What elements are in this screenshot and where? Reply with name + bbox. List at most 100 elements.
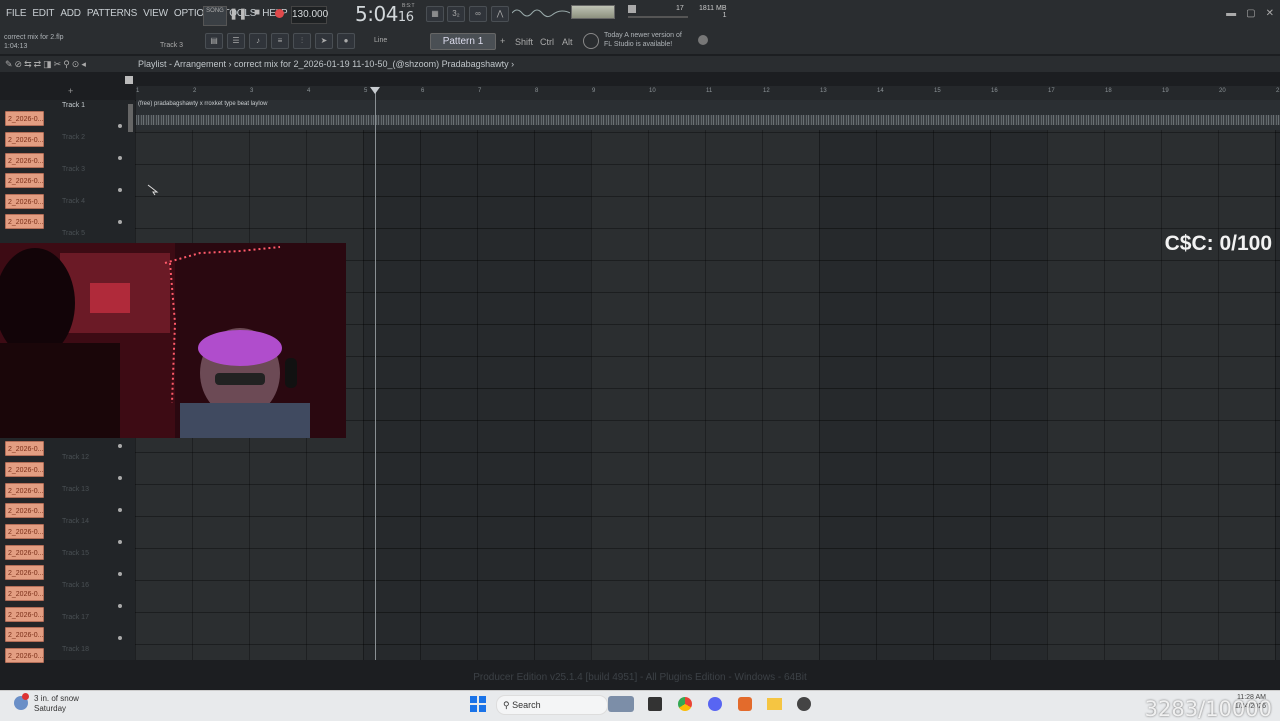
metronome-icon[interactable]: ⋀ [491, 6, 509, 22]
discord-icon[interactable] [708, 697, 722, 711]
track-scrollbar[interactable] [128, 104, 133, 132]
add-pattern-icon[interactable]: + [500, 36, 505, 46]
track-mute-icon[interactable] [118, 220, 122, 224]
windows-start-icon[interactable] [470, 696, 486, 712]
tempo-display[interactable]: 130.000 [291, 6, 328, 24]
pattern-chip[interactable]: 2_2026-0... [5, 132, 44, 147]
pattern-chip[interactable]: 2_2026-0... [5, 194, 44, 209]
overview-grid-icon[interactable] [125, 76, 133, 84]
cpu-readout: 17 [676, 5, 684, 12]
maximize-icon[interactable]: ▢ [1246, 8, 1255, 19]
pattern-tool-icon[interactable]: ▦ [426, 6, 444, 22]
pattern-chip[interactable]: 2_2026-0... [5, 648, 44, 663]
track-name[interactable]: Track 18 [62, 646, 89, 653]
obs-icon[interactable] [797, 697, 811, 711]
task-view-icon[interactable] [648, 697, 662, 711]
pattern-chip[interactable]: 2_2026-0... [5, 524, 44, 539]
menu-patterns[interactable]: PATTERNS [87, 8, 137, 19]
master-volume-slider[interactable] [628, 16, 688, 18]
ctrl-key[interactable]: Ctrl [540, 37, 554, 47]
alt-key[interactable]: Alt [562, 37, 573, 47]
pause-icon[interactable]: ❚❚ [229, 7, 247, 21]
csc-counter: C$C: 0/100 [1164, 232, 1272, 255]
mixer-icon[interactable]: ≡ [271, 33, 289, 49]
track-name[interactable]: Track 1 [62, 102, 85, 109]
track-mute-icon[interactable] [118, 540, 122, 544]
account-icon[interactable] [698, 35, 708, 45]
close-icon[interactable]: ✕ [1266, 8, 1274, 19]
track-mute-icon[interactable] [118, 124, 122, 128]
pattern-chip[interactable]: 2_2026-0... [5, 214, 44, 229]
pattern-chip[interactable]: 2_2026-0... [5, 462, 44, 477]
news-panel[interactable]: Today A newer version of FL Studio is ava… [604, 31, 682, 49]
menu-view[interactable]: VIEW [143, 8, 168, 19]
pattern-chip[interactable]: 2_2026-0... [5, 586, 44, 601]
track-name[interactable]: Track 3 [62, 166, 85, 173]
pattern-chip[interactable]: 2_2026-0... [5, 607, 44, 622]
track-mute-icon[interactable] [118, 604, 122, 608]
pattern-chip[interactable]: 2_2026-0... [5, 153, 44, 168]
piano-roll-icon[interactable]: ♪ [249, 33, 267, 49]
track-name[interactable]: Track 17 [62, 614, 89, 621]
add-track-icon[interactable]: + [68, 86, 73, 96]
news-icon[interactable] [583, 33, 599, 49]
track-name[interactable]: Track 14 [62, 518, 89, 525]
ruler-tick: 11 [706, 88, 713, 94]
memory-readout: 1811 MB 1 [699, 5, 727, 19]
snap-selector[interactable]: Line [374, 37, 387, 44]
pattern-chip[interactable]: 2_2026-0... [5, 173, 44, 188]
fl-studio-icon[interactable] [738, 697, 752, 711]
plugin-icon[interactable]: ➤ [315, 33, 333, 49]
track-name[interactable]: Track 2 [62, 134, 85, 141]
playhead-marker[interactable] [370, 87, 380, 94]
track-mute-icon[interactable] [118, 636, 122, 640]
channel-rack-icon[interactable]: ☰ [227, 33, 245, 49]
pattern-chip[interactable]: 2_2026-0... [5, 545, 44, 560]
menu-add[interactable]: ADD [60, 8, 81, 19]
track-name[interactable]: Track 15 [62, 550, 89, 557]
pattern-chip[interactable]: 2_2026-0... [5, 483, 44, 498]
record-icon[interactable] [272, 7, 286, 21]
ruler-tick: 14 [877, 88, 884, 94]
pattern-selector[interactable]: Pattern 1 [430, 33, 496, 50]
loop-icon[interactable]: ∞ [469, 6, 487, 22]
time-format-label: B:S:T [402, 3, 415, 9]
playlist-view-icon[interactable]: ▤ [205, 33, 223, 49]
volume-icon[interactable] [628, 5, 636, 13]
track-mute-icon[interactable] [118, 476, 122, 480]
playhead-line [375, 88, 376, 660]
ruler-tick: 10 [649, 88, 656, 94]
track-mute-icon[interactable] [118, 188, 122, 192]
song-mode-button[interactable]: SONG [203, 6, 227, 26]
pattern-chip[interactable]: 2_2026-0... [5, 503, 44, 518]
menu-file[interactable]: FILE [6, 8, 27, 19]
file-explorer-icon[interactable] [767, 698, 782, 710]
browser-icon[interactable]: ⫶ [293, 33, 311, 49]
ruler-tick: 8 [535, 88, 539, 94]
pattern-chip[interactable]: 2_2026-0... [5, 111, 44, 126]
minimize-icon[interactable]: ▬ [1226, 8, 1236, 19]
track-mute-icon[interactable] [118, 156, 122, 160]
pattern-chip[interactable]: 2_2026-0... [5, 627, 44, 642]
track-name[interactable]: Track 13 [62, 486, 89, 493]
menu-edit[interactable]: EDIT [32, 8, 54, 19]
shift-key[interactable]: Shift [515, 37, 533, 47]
track-mute-icon[interactable] [118, 572, 122, 576]
mic-icon[interactable]: ● [337, 33, 355, 49]
track-name[interactable]: Track 5 [62, 230, 85, 237]
search-highlight-icon[interactable] [608, 696, 634, 712]
weather-widget[interactable]: 3 in. of snow Saturday [34, 694, 79, 714]
track-name[interactable]: Track 16 [62, 582, 89, 589]
pattern-chip[interactable]: 2_2026-0... [5, 441, 44, 456]
step-icon[interactable]: 3₂ [447, 6, 465, 22]
chrome-icon[interactable] [678, 697, 692, 711]
stop-icon[interactable]: ■ [250, 7, 264, 21]
track-mute-icon[interactable] [118, 508, 122, 512]
playlist-tools-icons[interactable]: ✎⊘⇆⇄◨✂⚲⊙◂ [5, 59, 88, 70]
track-name[interactable]: Track 12 [62, 454, 89, 461]
taskbar-search[interactable]: ⚲ Search [496, 695, 608, 715]
hint-line-1: correct mix for 2.flp [4, 34, 64, 41]
track-mute-icon[interactable] [118, 444, 122, 448]
pattern-chip[interactable]: 2_2026-0... [5, 565, 44, 580]
track-name[interactable]: Track 4 [62, 198, 85, 205]
